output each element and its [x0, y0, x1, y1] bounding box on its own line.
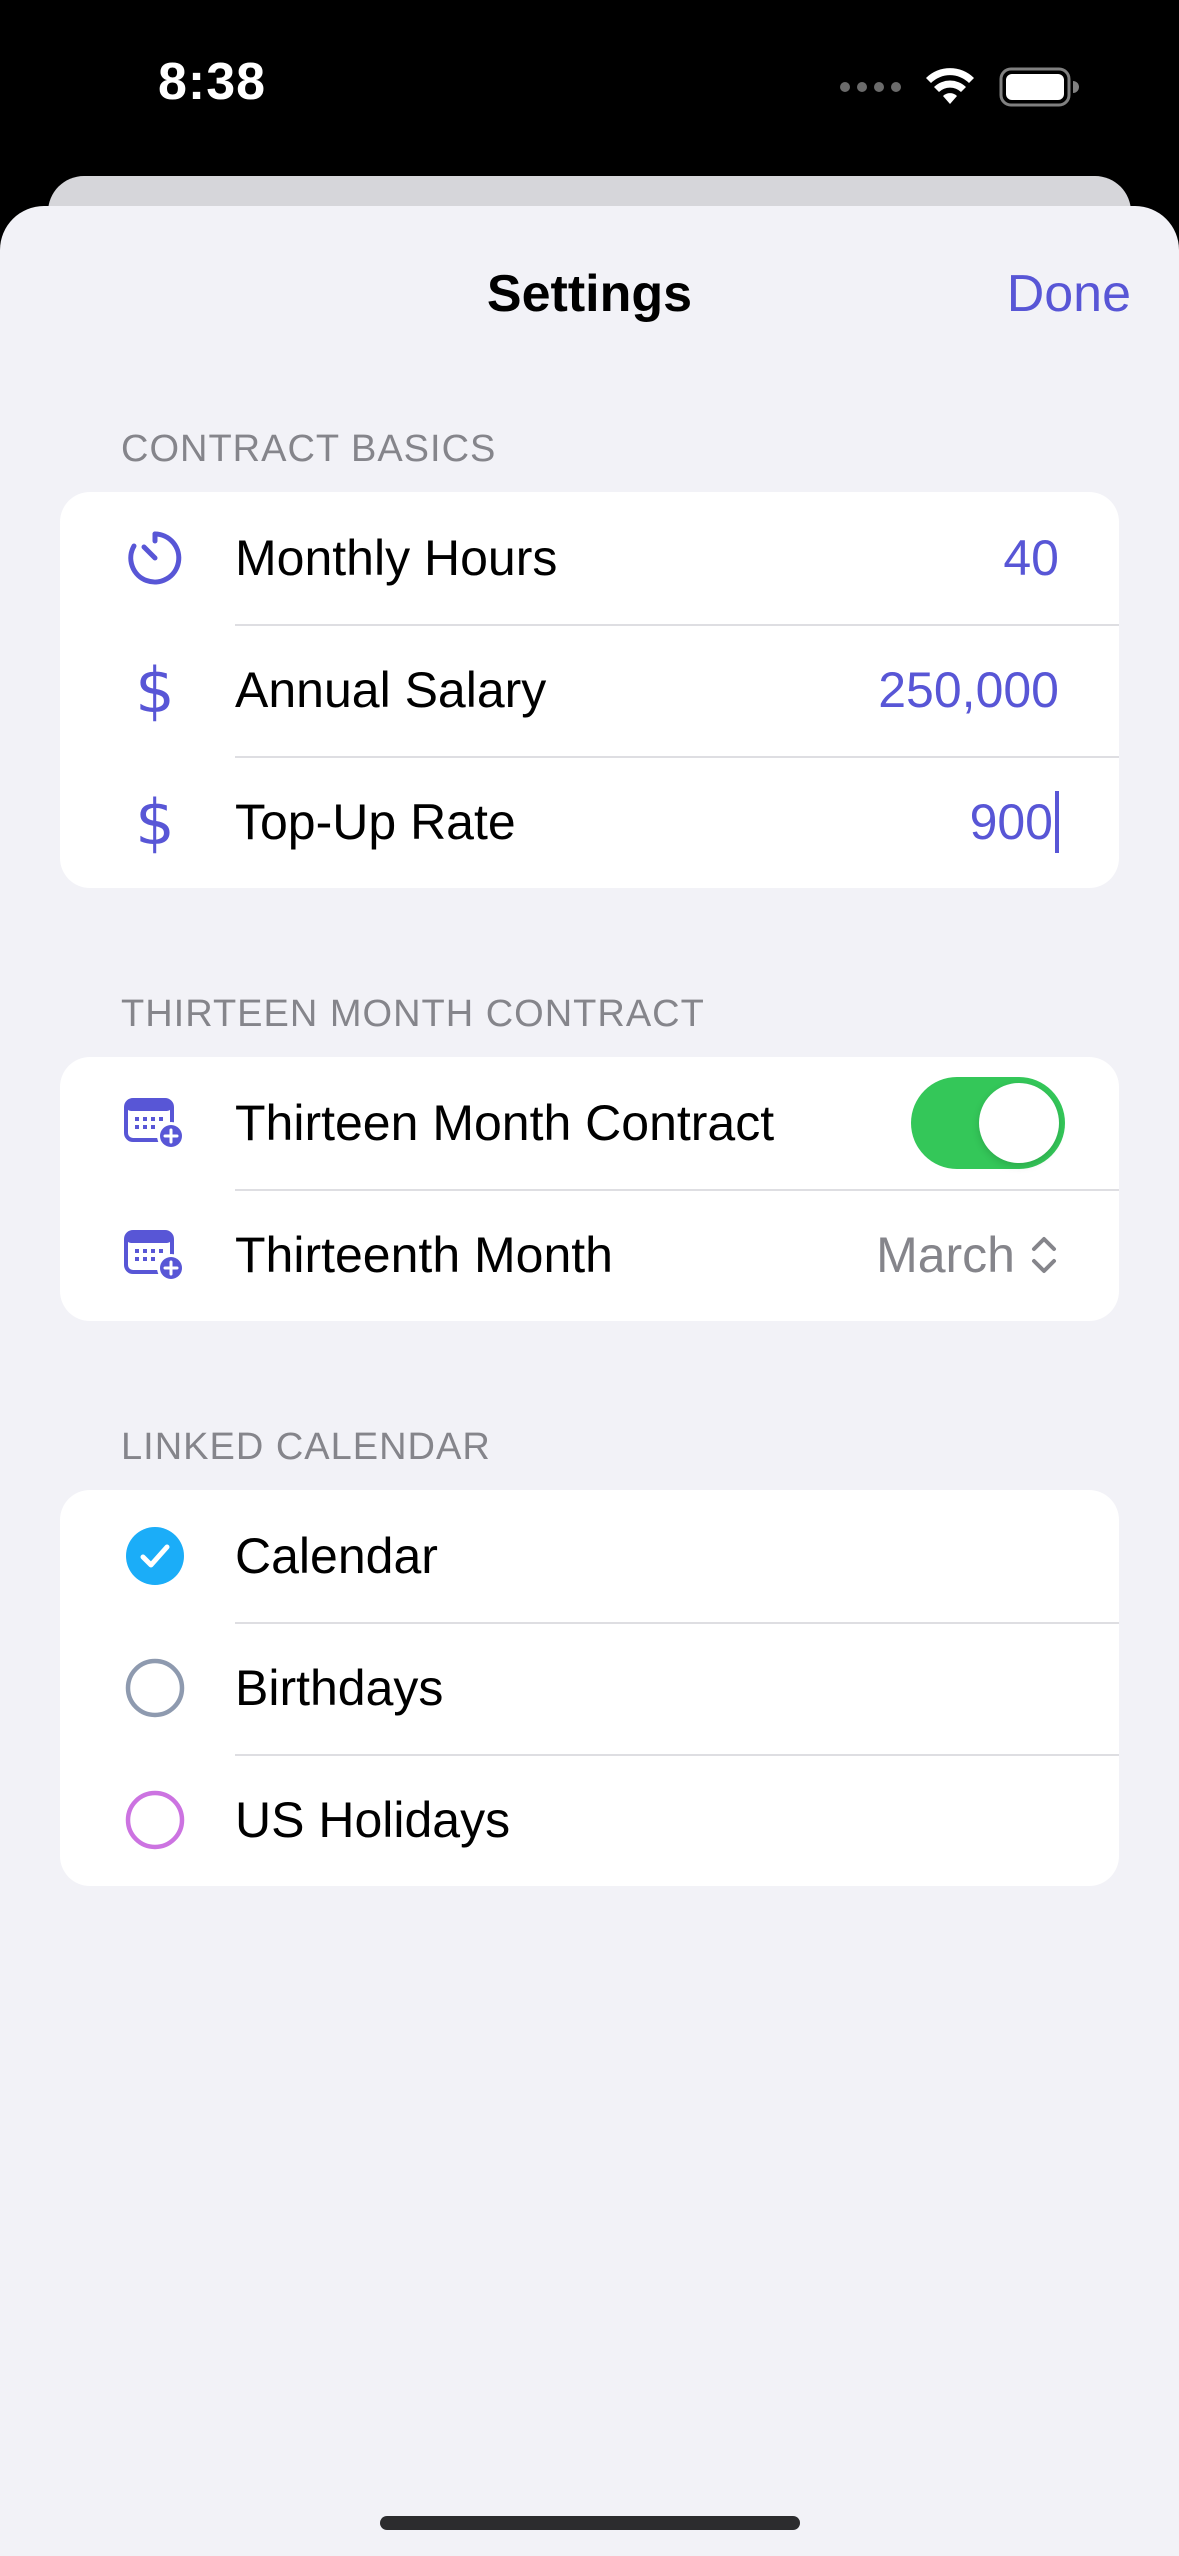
- checkmark-circle-icon: [122, 1523, 188, 1589]
- empty-circle-icon: [122, 1787, 188, 1853]
- status-icons: [840, 62, 1079, 112]
- section-header-contract-basics: CONTRACT BASICS: [121, 428, 497, 470]
- timer-icon: [122, 525, 188, 591]
- thirteen-month-contract-toggle[interactable]: [911, 1077, 1065, 1169]
- monthly-hours-label: Monthly Hours: [235, 530, 558, 586]
- section-header-thirteen-month: THIRTEEN MONTH CONTRACT: [121, 993, 705, 1035]
- us-holidays-label: US Holidays: [235, 1792, 511, 1848]
- calendar-add-icon: [122, 1090, 188, 1156]
- text-cursor: [1055, 791, 1059, 853]
- toggle-knob: [979, 1083, 1059, 1163]
- empty-circle-icon: [122, 1655, 188, 1721]
- monthly-hours-row[interactable]: Monthly Hours 40: [60, 492, 1119, 624]
- calendar-row-birthdays[interactable]: Birthdays: [60, 1622, 1119, 1754]
- annual-salary-label: Annual Salary: [235, 662, 547, 718]
- status-time: 8:38: [158, 53, 267, 111]
- wifi-icon: [926, 68, 974, 104]
- top-up-rate-label: Top-Up Rate: [235, 794, 516, 850]
- section-header-linked-calendar: LINKED CALENDAR: [121, 1426, 491, 1468]
- thirteen-month-toggle-row: Thirteen Month Contract: [60, 1057, 1119, 1189]
- thirteenth-month-picker[interactable]: March: [876, 1226, 1059, 1284]
- thirteenth-month-label: Thirteenth Month: [235, 1227, 613, 1283]
- status-bar: 8:38: [0, 0, 1179, 176]
- monthly-hours-input[interactable]: 40: [1003, 529, 1059, 587]
- annual-salary-input[interactable]: 250,000: [878, 661, 1059, 719]
- top-up-rate-row[interactable]: $ Top-Up Rate 900: [60, 756, 1119, 888]
- calendar-row-us-holidays[interactable]: US Holidays: [60, 1754, 1119, 1886]
- linked-calendar-group: Calendar Birthdays US Holidays: [60, 1490, 1119, 1886]
- dollar-icon: $: [135, 785, 175, 859]
- battery-icon: [999, 67, 1079, 107]
- cellular-signal-icon: [840, 82, 901, 92]
- settings-sheet: Settings Done CONTRACT BASICS Monthly Ho…: [0, 206, 1179, 2556]
- calendar-label: Calendar: [235, 1528, 438, 1584]
- calendar-row-calendar[interactable]: Calendar: [60, 1490, 1119, 1622]
- thirteenth-month-row[interactable]: Thirteenth Month March: [60, 1189, 1119, 1321]
- dollar-icon: $: [135, 653, 175, 727]
- top-up-rate-value: 900: [969, 794, 1053, 850]
- annual-salary-row[interactable]: $ Annual Salary 250,000: [60, 624, 1119, 756]
- birthdays-label: Birthdays: [235, 1660, 444, 1716]
- thirteen-month-group: Thirteen Month Contract Thirteenth Month…: [60, 1057, 1119, 1321]
- thirteenth-month-value: March: [876, 1227, 1015, 1283]
- page-title: Settings: [486, 265, 693, 323]
- top-up-rate-input[interactable]: 900: [970, 791, 1059, 853]
- chevron-up-down-icon: [1032, 1237, 1056, 1273]
- thirteen-month-contract-label: Thirteen Month Contract: [235, 1095, 775, 1151]
- contract-basics-group: Monthly Hours 40 $ Annual Salary 250,000…: [60, 492, 1119, 888]
- calendar-add-icon: [122, 1222, 188, 1288]
- done-button[interactable]: Done: [1007, 264, 1131, 324]
- home-indicator[interactable]: [380, 2516, 800, 2530]
